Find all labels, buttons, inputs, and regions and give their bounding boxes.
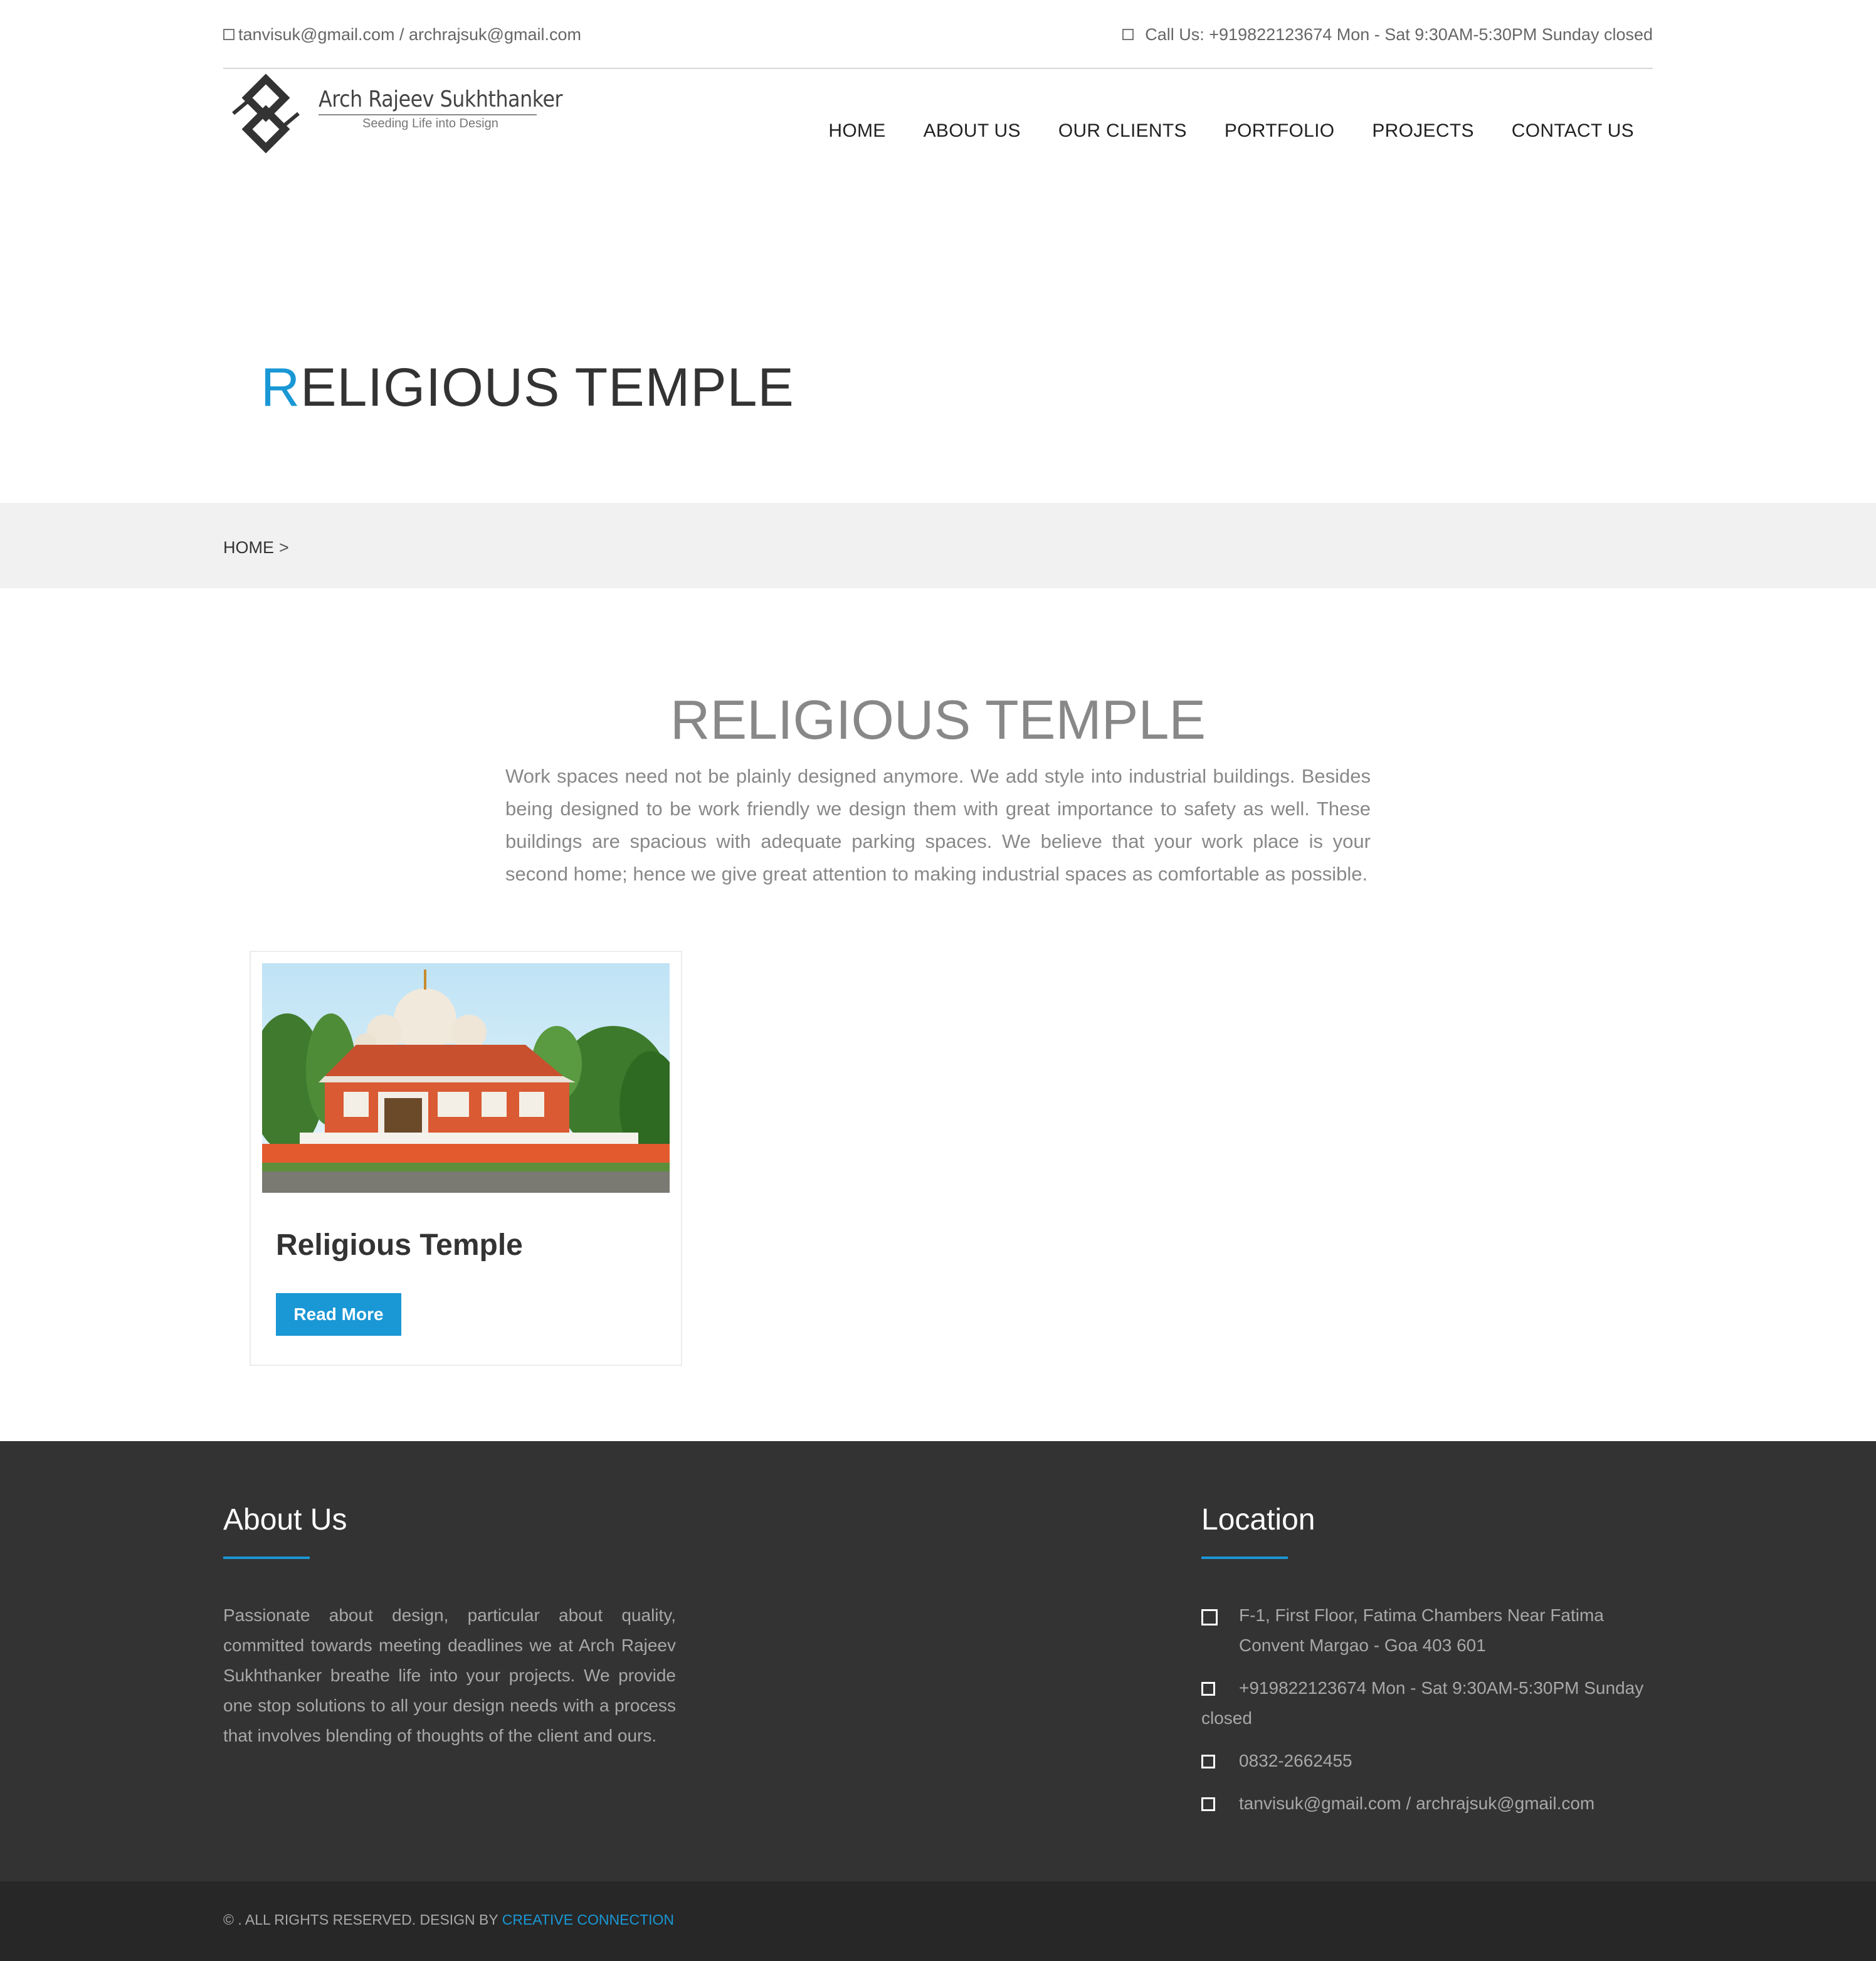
nav-portfolio[interactable]: PORTFOLIO	[1225, 120, 1335, 142]
footer: About Us Passionate about design, partic…	[0, 1441, 1876, 1881]
location-email: tanvisuk@gmail.com / archrajsuk@gmail.co…	[1201, 1789, 1653, 1819]
temple-illustration	[262, 963, 670, 1193]
location-list: F-1, First Floor, Fatima Chambers Near F…	[1201, 1600, 1653, 1819]
footer-about: About Us Passionate about design, partic…	[223, 1501, 676, 1751]
breadcrumb: HOME >	[223, 538, 289, 558]
page-title-initial: R	[261, 357, 301, 418]
phone-icon	[1122, 29, 1134, 40]
nav-home[interactable]: HOME	[828, 120, 885, 142]
address-text: F-1, First Floor, Fatima Chambers Near F…	[1239, 1605, 1604, 1655]
nav-our-clients[interactable]: OUR CLIENTS	[1058, 120, 1187, 142]
nav-projects[interactable]: PROJECTS	[1372, 120, 1473, 142]
top-email-text[interactable]: tanvisuk@gmail.com / archrajsuk@gmail.co…	[238, 23, 581, 46]
landline-text: 0832-2662455	[1239, 1751, 1352, 1770]
logo-title: Arch Rajeev Sukhthanker	[319, 87, 563, 112]
map-marker-icon	[1201, 1609, 1218, 1625]
footer-about-title: About Us	[223, 1503, 347, 1536]
top-phone-text: Call Us: +919822123674 Mon - Sat 9:30AM-…	[1145, 25, 1653, 44]
nav-contact-us[interactable]: CONTACT US	[1512, 120, 1634, 142]
telephone-icon	[1201, 1755, 1215, 1768]
logo-divider	[319, 114, 537, 115]
copyright-label: © . ALL RIGHTS RESERVED. DESIGN BY	[223, 1911, 498, 1928]
footer-about-text: Passionate about design, particular abou…	[223, 1605, 676, 1745]
breadcrumb-separator: >	[279, 538, 289, 557]
location-phone: +919822123674 Mon - Sat 9:30AM-5:30PM Su…	[1201, 1673, 1653, 1733]
main-nav: HOME ABOUT US OUR CLIENTS PORTFOLIO PROJ…	[828, 120, 1634, 142]
project-card: Religious Temple Read More	[250, 951, 682, 1366]
envelope-icon	[1201, 1797, 1215, 1811]
footer-location-title: Location	[1201, 1503, 1315, 1536]
copyright-text: © . ALL RIGHTS RESERVED. DESIGN BY CREAT…	[223, 1911, 674, 1928]
breadcrumb-home[interactable]: HOME	[223, 538, 274, 557]
top-phone: Call Us: +919822123674 Mon - Sat 9:30AM-…	[1122, 23, 1653, 46]
phone-icon	[1201, 1682, 1215, 1696]
card-title[interactable]: Religious Temple	[276, 1228, 523, 1262]
email-text[interactable]: tanvisuk@gmail.com / archrajsuk@gmail.co…	[1239, 1794, 1594, 1813]
section-title: RELIGIOUS TEMPLE	[670, 689, 1206, 751]
page-title: RELIGIOUS TEMPLE	[261, 356, 794, 419]
page-title-rest: ELIGIOUS TEMPLE	[300, 357, 794, 418]
footer-location-underline	[1201, 1557, 1288, 1559]
section-description: Work spaces need not be plainly designed…	[505, 765, 1371, 885]
breadcrumb-bar: HOME >	[0, 503, 1876, 588]
temple-image[interactable]	[262, 963, 670, 1193]
read-more-button[interactable]: Read More	[276, 1293, 401, 1336]
location-landline: 0832-2662455	[1201, 1746, 1653, 1776]
copyright-bar: © . ALL RIGHTS RESERVED. DESIGN BY CREAT…	[0, 1881, 1876, 1961]
logo-tagline: Seeding Life into Design	[362, 117, 498, 130]
footer-about-underline	[223, 1557, 310, 1559]
nav-about-us[interactable]: ABOUT US	[924, 120, 1021, 142]
top-info-bar: tanvisuk@gmail.com / archrajsuk@gmail.co…	[223, 0, 1653, 69]
site-header: Arch Rajeev Sukhthanker Seeding Life int…	[223, 69, 1653, 169]
logo[interactable]: Arch Rajeev Sukhthanker Seeding Life int…	[227, 73, 563, 154]
logo-mark-icon	[232, 73, 300, 154]
location-address: F-1, First Floor, Fatima Chambers Near F…	[1201, 1600, 1653, 1661]
mail-icon	[223, 29, 234, 40]
top-email: tanvisuk@gmail.com / archrajsuk@gmail.co…	[223, 23, 581, 46]
designer-link[interactable]: CREATIVE CONNECTION	[502, 1911, 674, 1928]
phone-text: +919822123674 Mon - Sat 9:30AM-5:30PM Su…	[1201, 1678, 1644, 1728]
footer-location: Location F-1, First Floor, Fatima Chambe…	[1201, 1501, 1653, 1831]
